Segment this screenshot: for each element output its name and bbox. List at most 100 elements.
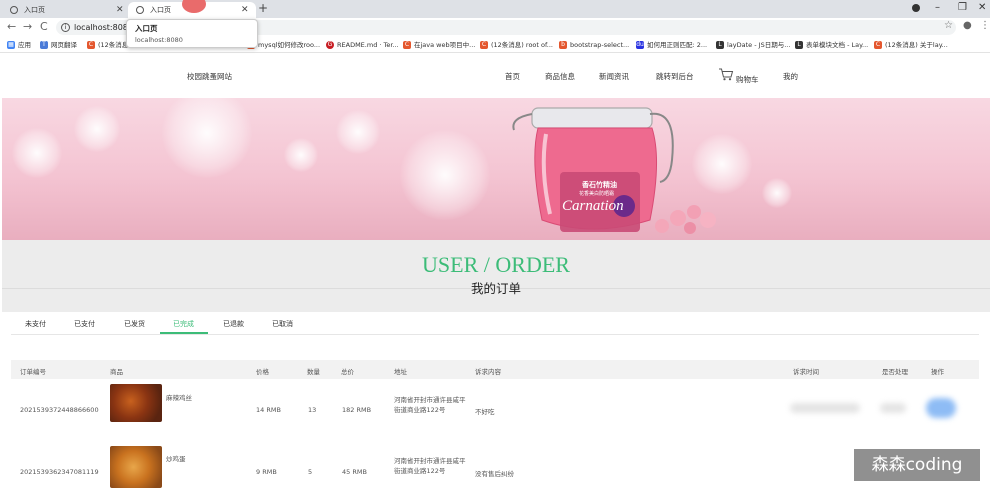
product-subtext: 花香美白防晒霜 <box>579 191 615 197</box>
tab-shipped[interactable]: 已发货 <box>124 319 145 329</box>
profile-dot-icon[interactable] <box>912 4 920 12</box>
site-header: 校园跳蚤网站 首页 商品信息 新闻资讯 跳转到后台 购物车 我的 <box>0 54 990 98</box>
bookmark-label: (12条消息) 关于lay... <box>885 41 948 49</box>
page-title-cn: 我的订单 <box>470 281 521 296</box>
browser-tab[interactable]: 入口页 ✕ <box>2 2 126 18</box>
browser-tab-bar: 入口页 ✕ 入口页 ✕ + – ❐ ✕ <box>0 0 990 18</box>
col-request: 诉求内容 <box>475 368 501 376</box>
minimize-icon[interactable]: – <box>935 2 940 13</box>
globe-icon <box>136 6 144 14</box>
new-tab-button[interactable]: + <box>258 1 268 15</box>
menu-icon[interactable]: ⋮ <box>980 20 990 31</box>
bookmark-label: 在java web项目中... <box>414 41 476 49</box>
info-icon[interactable]: i <box>61 23 70 32</box>
cart-icon[interactable] <box>718 68 734 81</box>
col-actions: 操作 <box>931 368 944 376</box>
forward-icon[interactable]: → <box>23 20 32 33</box>
close-tab-icon[interactable]: ✕ <box>116 2 124 18</box>
csdn-icon: C <box>874 41 882 49</box>
quantity: 13 <box>308 406 317 414</box>
gitee-icon: G <box>326 41 334 49</box>
bookmark-item[interactable]: T 网页翻译 <box>40 40 77 50</box>
bookmark-label: 网页翻译 <box>51 41 77 49</box>
bookmark-icon: b <box>559 41 567 49</box>
bookmark-item[interactable]: du 如何用正则匹配: 2... <box>636 40 707 50</box>
product-thumbnail[interactable] <box>110 446 162 488</box>
bookmark-item[interactable]: ▦ 应用 <box>7 40 31 50</box>
bookmark-item[interactable]: C (12条消息) root of... <box>480 40 553 50</box>
bookmark-label: mysql如何修改roo... <box>258 41 321 49</box>
promo-banner: 香石竹精油 花香美白防晒霜 Carnation <box>2 98 990 240</box>
bokeh-light <box>762 178 792 208</box>
close-tab-icon[interactable]: ✕ <box>241 2 249 18</box>
nav-products[interactable]: 商品信息 <box>545 71 575 82</box>
tab-divider <box>11 334 979 335</box>
address-text: localhost:8080 <box>74 23 133 32</box>
col-total: 总价 <box>341 368 354 376</box>
tooltip-url: localhost:8080 <box>135 36 183 44</box>
action-button-blurred[interactable] <box>926 398 956 418</box>
back-icon[interactable]: ← <box>7 20 16 33</box>
col-order-no: 订单编号 <box>20 368 46 376</box>
nav-news[interactable]: 新闻资讯 <box>599 71 629 82</box>
table-header: 订单编号 商品 价格 数量 总价 地址 诉求内容 诉求时间 是否处理 操作 <box>11 360 979 379</box>
product-brand: Carnation <box>562 198 624 214</box>
tab-cancelled[interactable]: 已取消 <box>272 319 293 329</box>
tab-title: 入口页 <box>24 6 45 14</box>
nav-cart[interactable]: 购物车 <box>736 74 759 85</box>
star-icon[interactable]: ☆ <box>944 20 953 31</box>
tab-paid[interactable]: 已支付 <box>74 319 95 329</box>
page-title-area: USER / ORDER 我的订单 <box>2 240 990 312</box>
bookmark-label: 应用 <box>18 41 31 49</box>
reload-icon[interactable]: C <box>40 20 48 33</box>
tab-unpaid[interactable]: 未支付 <box>25 319 46 329</box>
site-brand[interactable]: 校园跳蚤网站 <box>187 71 232 82</box>
account-icon[interactable]: ● <box>963 20 972 31</box>
col-handled: 是否处理 <box>882 368 908 376</box>
bookmark-label: 如何用正则匹配: 2... <box>647 41 708 49</box>
product-text: 香石竹精油 <box>582 181 617 189</box>
order-no: 2021539372448866600 <box>20 406 99 414</box>
csdn-icon: C <box>87 41 95 49</box>
handled-status-blurred <box>880 403 906 413</box>
nav-mine[interactable]: 我的 <box>783 71 798 82</box>
tab-completed[interactable]: 已完成 <box>173 319 194 329</box>
product-name[interactable]: 麻辣鸡丝 <box>166 392 192 402</box>
bookmark-item[interactable]: C 在java web项目中... <box>403 40 475 50</box>
bokeh-light <box>162 98 252 178</box>
price: 14 RMB <box>256 406 281 414</box>
col-address: 地址 <box>394 368 407 376</box>
nav-admin[interactable]: 跳转到后台 <box>656 71 694 82</box>
globe-icon <box>10 6 18 14</box>
bookmark-item[interactable]: L 表单模块文档 - Lay... <box>795 40 868 50</box>
total: 182 RMB <box>342 406 372 414</box>
tab-title: 入口页 <box>150 6 171 14</box>
restore-icon[interactable]: ❐ <box>958 2 967 13</box>
bookmark-label: bootstrap-select... <box>570 41 630 49</box>
bookmark-item[interactable]: LlayDate - JS日期与... <box>716 40 790 50</box>
col-request-time: 诉求时间 <box>793 368 819 376</box>
product-thumbnail[interactable] <box>110 384 162 422</box>
csdn-icon: C <box>480 41 488 49</box>
bokeh-light <box>12 128 62 178</box>
bokeh-light <box>336 110 380 154</box>
total: 45 RMB <box>342 468 367 476</box>
bookmark-label: README.md · Ter... <box>337 41 399 49</box>
page-title-en: USER / ORDER <box>422 252 570 277</box>
tab-tooltip: 入口页 localhost:8080 <box>126 19 258 48</box>
nav-home[interactable]: 首页 <box>505 71 520 82</box>
baidu-icon: du <box>636 41 644 49</box>
layui-icon: L <box>795 41 803 49</box>
translate-icon: T <box>40 41 48 49</box>
tab-refunded[interactable]: 已退款 <box>223 319 244 329</box>
quantity: 5 <box>308 468 313 476</box>
product-name[interactable]: 炒鸡蛋 <box>166 453 186 463</box>
bookmark-label: layDate - JS日期与... <box>727 41 791 49</box>
tooltip-title: 入口页 <box>135 24 158 33</box>
close-window-icon[interactable]: ✕ <box>978 2 986 13</box>
bookmark-item[interactable]: G README.md · Ter... <box>326 40 399 50</box>
csdn-icon: C <box>403 41 411 49</box>
col-qty: 数量 <box>307 368 320 376</box>
bookmark-item[interactable]: b bootstrap-select... <box>559 40 629 50</box>
bookmark-item[interactable]: C (12条消息) 关于lay... <box>874 40 948 50</box>
